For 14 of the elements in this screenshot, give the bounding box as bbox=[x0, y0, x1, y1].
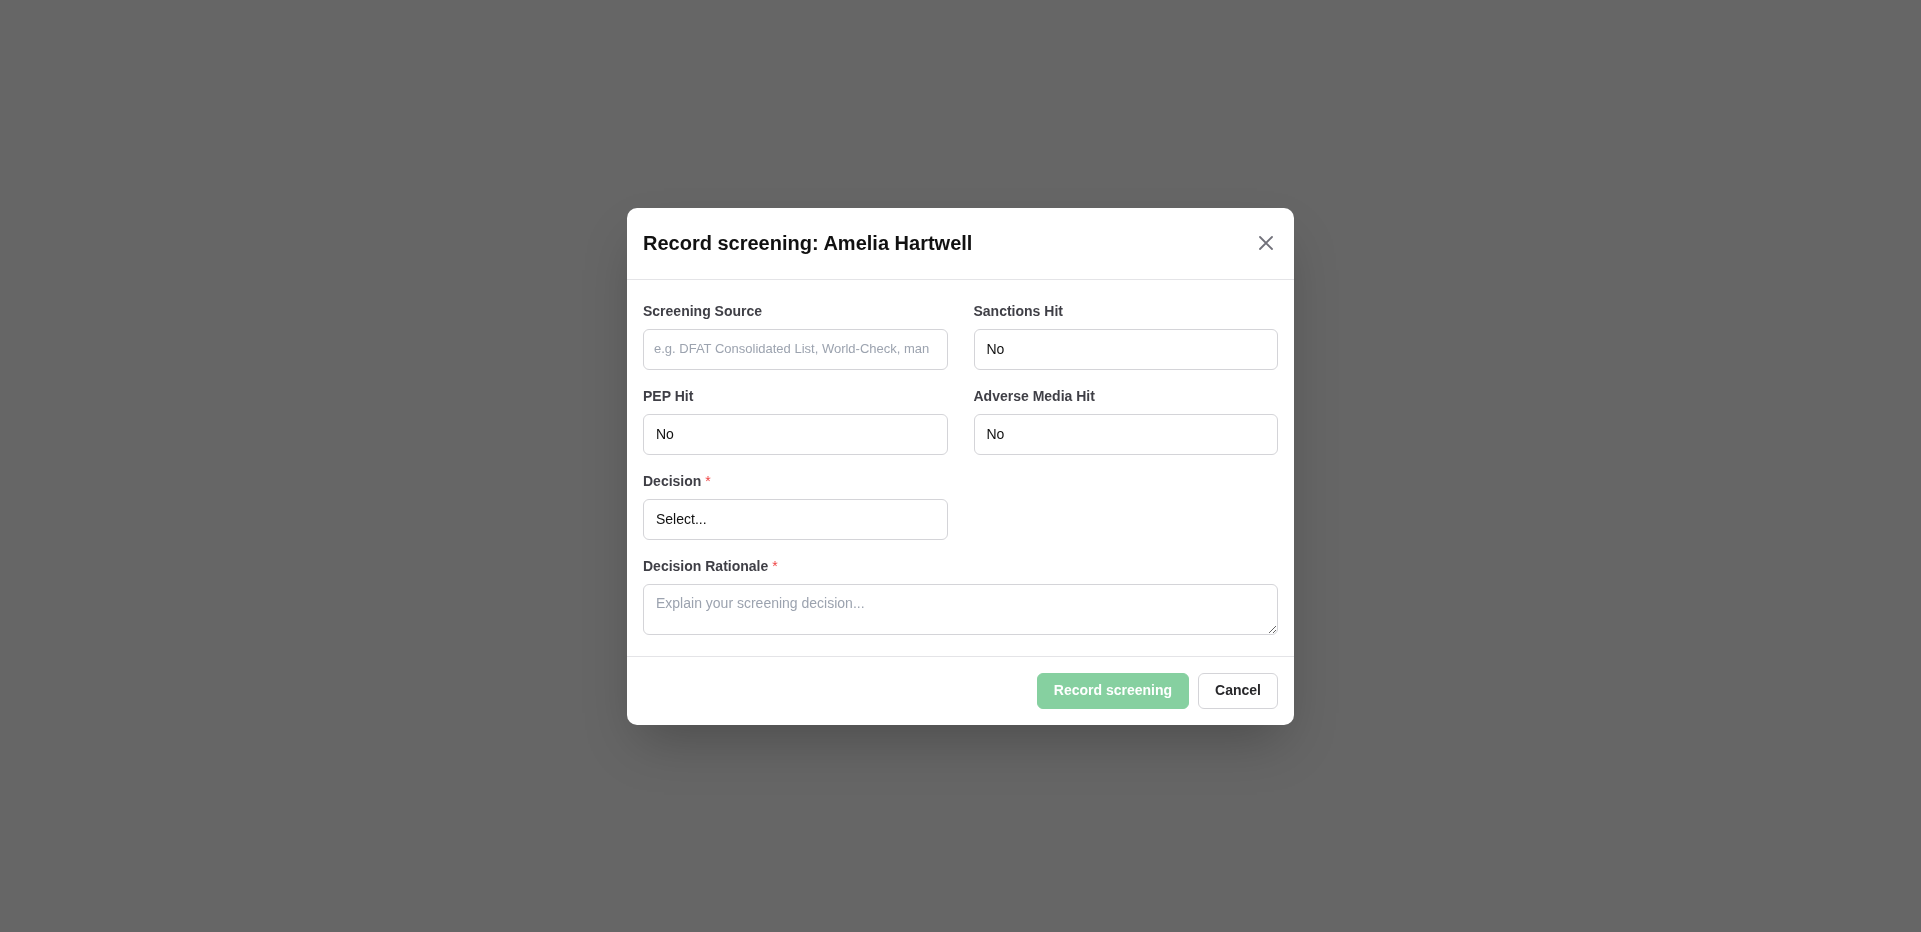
dialog-title: Record screening: Amelia Hartwell bbox=[643, 231, 973, 256]
field-label: Decision Rationale * bbox=[643, 556, 778, 576]
cancel-button[interactable]: Cancel bbox=[1198, 672, 1278, 709]
select-field[interactable]: Select... bbox=[643, 498, 948, 540]
field-label: Screening Source bbox=[643, 301, 763, 321]
field-label: Adverse Media Hit bbox=[973, 386, 1095, 406]
field-label: Sanctions Hit bbox=[973, 301, 1063, 321]
field-label: Decision * bbox=[643, 471, 711, 491]
textarea-field[interactable]: Explain your screening decision... bbox=[643, 583, 1278, 635]
select-field[interactable]: No bbox=[643, 413, 948, 455]
select-field[interactable]: No bbox=[973, 328, 1278, 370]
select-field[interactable]: No bbox=[973, 413, 1278, 455]
close-icon[interactable] bbox=[1258, 235, 1274, 251]
field-label: PEP Hit bbox=[643, 386, 694, 406]
